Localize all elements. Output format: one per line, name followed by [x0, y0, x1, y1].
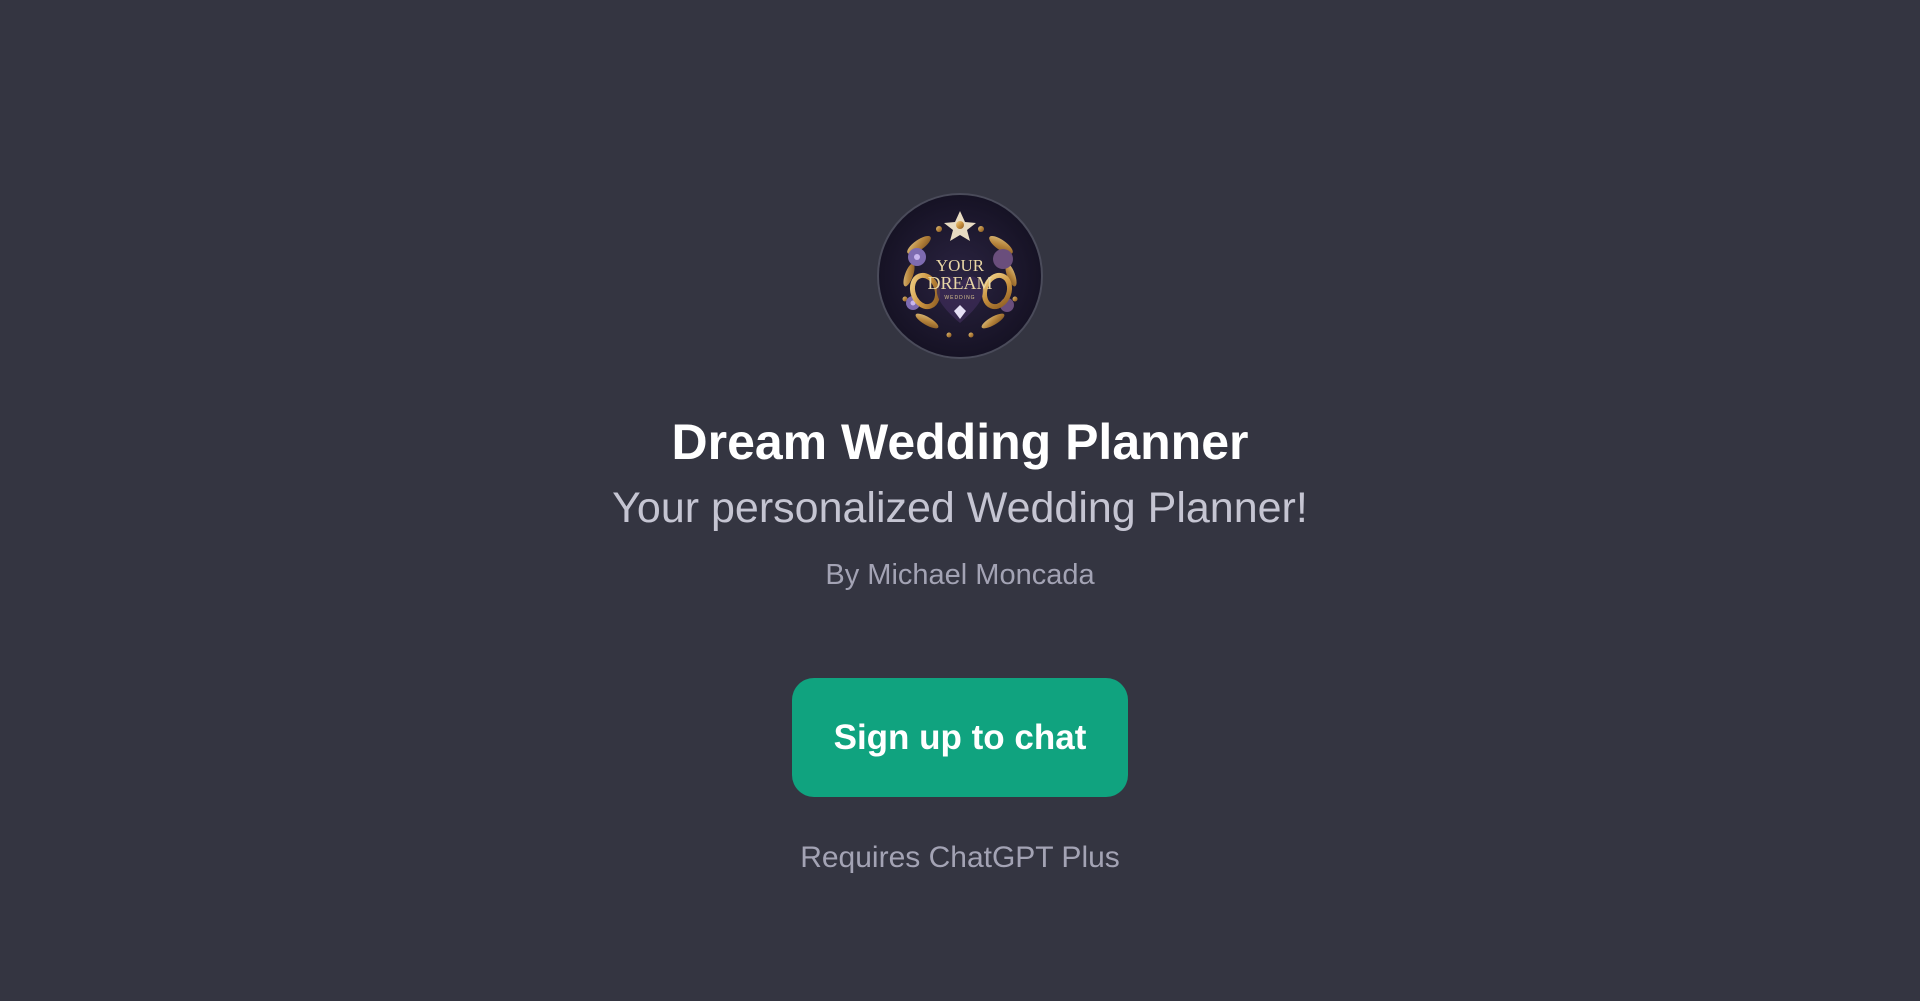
gpt-avatar: YOUR DREAM WEDDING	[879, 195, 1041, 357]
gpt-description: Your personalized Wedding Planner!	[612, 484, 1308, 532]
gpt-title: Dream Wedding Planner	[671, 414, 1249, 470]
sign-up-to-chat-button[interactable]: Sign up to chat	[792, 678, 1128, 797]
avatar-text-line3: WEDDING	[944, 295, 975, 301]
avatar-text-line2: DREAM	[927, 273, 992, 293]
gpt-author: By Michael Moncada	[825, 559, 1095, 591]
wedding-logo-icon: YOUR DREAM WEDDING	[879, 195, 1041, 357]
plan-requirement-note: Requires ChatGPT Plus	[800, 841, 1120, 874]
gpt-landing-page: YOUR DREAM WEDDING Dream Wedding Planner…	[0, 0, 1920, 1001]
